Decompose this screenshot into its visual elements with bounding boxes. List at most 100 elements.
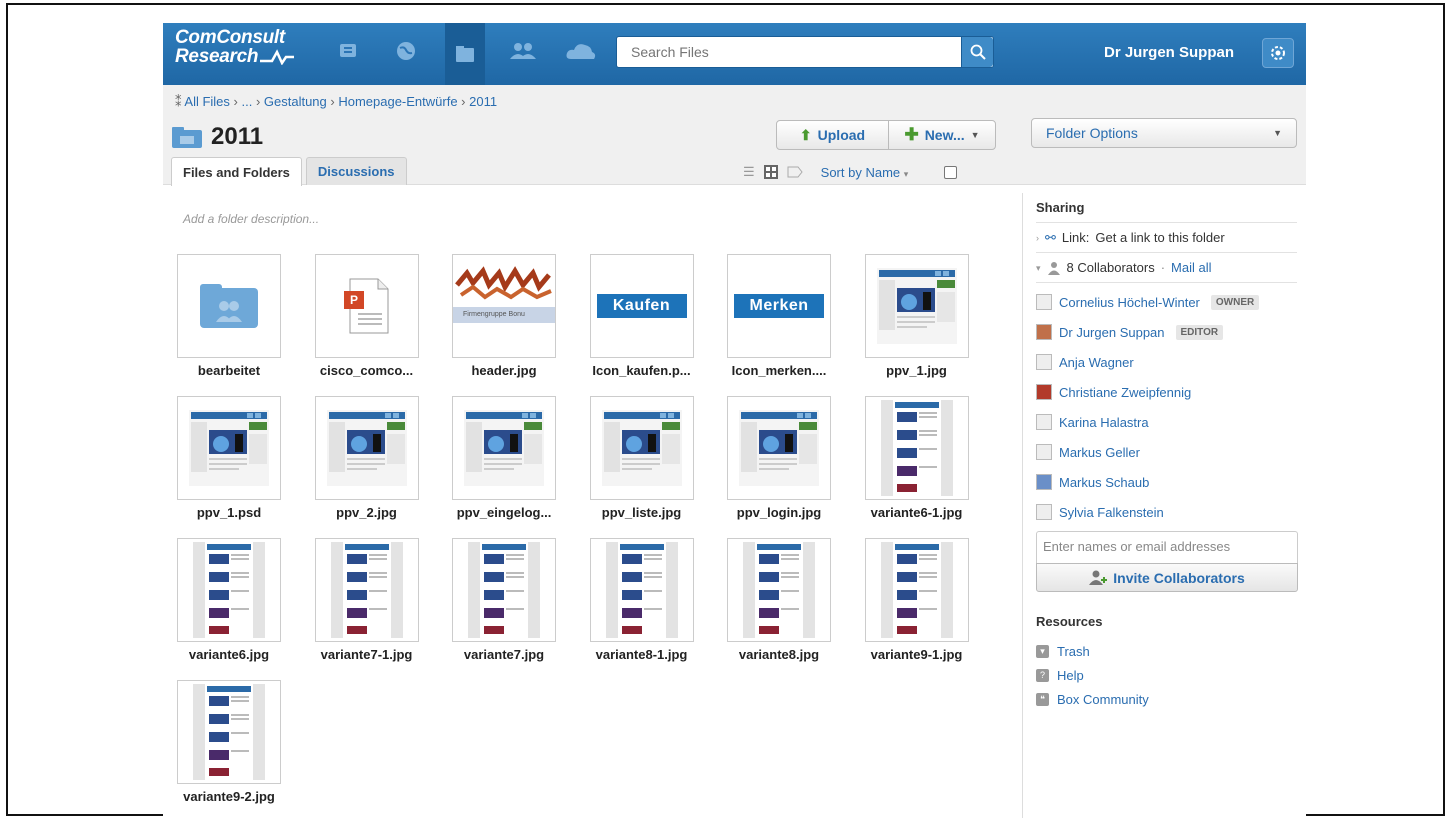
file-tile[interactable]: bearbeitet — [177, 254, 281, 378]
collaborator-name[interactable]: Karina Halastra — [1059, 415, 1149, 430]
file-tile[interactable]: variante7-1.jpg — [314, 538, 419, 662]
file-tile[interactable]: variante8.jpg — [727, 538, 831, 662]
file-tile[interactable]: variante7.jpg — [452, 538, 556, 662]
file-name[interactable]: variante9-1.jpg — [865, 647, 969, 662]
collaborator-name[interactable]: Christiane Zweipfennig — [1059, 385, 1191, 400]
tab-discussions[interactable]: Discussions — [305, 157, 407, 185]
file-name[interactable]: variante8.jpg — [727, 647, 831, 662]
file-tile[interactable]: ppv_1.jpg — [864, 254, 969, 378]
file-tile[interactable]: variante9-1.jpg — [864, 538, 969, 662]
breadcrumb-all-files[interactable]: All Files — [184, 94, 230, 109]
files-icon[interactable] — [445, 23, 485, 85]
resource-help[interactable]: ? Help — [1036, 663, 1297, 687]
collaborator-item[interactable]: Karina Halastra — [1036, 407, 1297, 437]
file-name[interactable]: ppv_eingelog... — [452, 505, 556, 520]
file-name[interactable]: variante7-1.jpg — [315, 647, 419, 662]
invite-input[interactable]: Enter names or email addresses — [1036, 531, 1298, 563]
file-thumbnail[interactable] — [314, 538, 419, 642]
file-thumbnail[interactable] — [452, 396, 556, 500]
grid-view-icon[interactable] — [763, 164, 779, 180]
file-thumbnail[interactable] — [864, 396, 969, 500]
mail-all-link[interactable]: Mail all — [1171, 253, 1211, 283]
gear-icon[interactable] — [1262, 38, 1294, 68]
file-thumbnail[interactable] — [864, 538, 969, 642]
file-tile[interactable]: ppv_login.jpg — [727, 396, 831, 520]
resource-trash[interactable]: ▾ Trash — [1036, 639, 1297, 663]
collaborator-item[interactable]: Cornelius Höchel-Winter OWNER — [1036, 287, 1297, 317]
breadcrumb-homepage[interactable]: Homepage-Entwürfe — [338, 94, 457, 109]
file-thumbnail[interactable]: Firmengruppe Bonu — [452, 254, 556, 358]
file-tile[interactable]: variante6.jpg — [177, 538, 281, 662]
file-name[interactable]: ppv_login.jpg — [727, 505, 831, 520]
get-link-action[interactable]: Get a link to this folder — [1095, 223, 1224, 253]
file-thumbnail[interactable] — [314, 396, 419, 500]
collaborator-item[interactable]: Christiane Zweipfennig — [1036, 377, 1297, 407]
file-tile[interactable]: Firmengruppe Bonu header.jpg — [452, 254, 556, 378]
new-button[interactable]: ✚ New... ▼ — [888, 120, 996, 150]
file-thumbnail[interactable] — [177, 396, 281, 500]
file-thumbnail[interactable] — [177, 538, 281, 642]
select-all-checkbox[interactable] — [944, 165, 958, 179]
file-thumbnail[interactable]: P — [314, 254, 419, 358]
breadcrumb-current[interactable]: 2011 — [469, 94, 497, 109]
file-name[interactable]: ppv_2.jpg — [315, 505, 419, 520]
file-name[interactable]: bearbeitet — [177, 363, 281, 378]
collaborators-row[interactable]: ▾ 8 Collaborators · Mail all — [1036, 253, 1297, 283]
sort-dropdown[interactable]: Sort by Name ▾ — [821, 165, 909, 180]
file-thumbnail[interactable] — [177, 254, 281, 358]
globe-icon[interactable] — [389, 36, 423, 66]
file-name[interactable]: ppv_1.jpg — [865, 363, 969, 378]
file-thumbnail[interactable]: Merken — [727, 254, 831, 358]
collaborator-item[interactable]: Markus Schaub — [1036, 467, 1297, 497]
collaborator-name[interactable]: Anja Wagner — [1059, 355, 1134, 370]
file-thumbnail[interactable] — [589, 396, 694, 500]
file-name[interactable]: variante8-1.jpg — [590, 647, 694, 662]
upload-button[interactable]: ⬆ Upload — [776, 120, 889, 150]
folder-options-dropdown[interactable]: Folder Options ▼ — [1031, 118, 1297, 148]
file-tile[interactable]: Merken Icon_merken.... — [727, 254, 831, 378]
file-thumbnail[interactable] — [727, 538, 831, 642]
tab-files-and-folders[interactable]: Files and Folders — [171, 157, 302, 186]
user-name[interactable]: Dr Jurgen Suppan — [1104, 44, 1234, 61]
collaborator-name[interactable]: Markus Schaub — [1059, 475, 1149, 490]
file-tile[interactable]: variante9-2.jpg — [177, 680, 281, 804]
file-thumbnail[interactable] — [589, 538, 694, 642]
people-icon[interactable] — [506, 36, 540, 66]
file-name[interactable]: ppv_1.psd — [177, 505, 281, 520]
file-thumbnail[interactable] — [452, 538, 556, 642]
collaborator-item[interactable]: Anja Wagner — [1036, 347, 1297, 377]
file-name[interactable]: Icon_merken.... — [727, 363, 831, 378]
file-name[interactable]: variante6.jpg — [177, 647, 281, 662]
invite-collaborators-button[interactable]: Invite Collaborators — [1036, 563, 1298, 592]
share-link-row[interactable]: › ⚯ Link: Get a link to this folder — [1036, 223, 1297, 253]
file-thumbnail[interactable] — [177, 680, 281, 784]
resource-box-community[interactable]: ❝ Box Community — [1036, 687, 1297, 711]
file-thumbnail[interactable]: Kaufen — [589, 254, 694, 358]
cloud-icon[interactable] — [564, 36, 598, 66]
file-tile[interactable]: ppv_2.jpg — [314, 396, 419, 520]
updates-icon[interactable] — [332, 36, 366, 66]
file-thumbnail[interactable] — [727, 396, 831, 500]
file-tile[interactable]: variante6-1.jpg — [864, 396, 969, 520]
breadcrumb-gestaltung[interactable]: Gestaltung — [264, 94, 327, 109]
file-name[interactable]: variante7.jpg — [452, 647, 556, 662]
file-tile[interactable]: Pcisco_comco... — [314, 254, 419, 378]
collaborator-name[interactable]: Dr Jurgen Suppan — [1059, 325, 1165, 340]
file-tile[interactable]: ppv_liste.jpg — [589, 396, 694, 520]
collaborator-item[interactable]: Dr Jurgen Suppan EDITOR — [1036, 317, 1297, 347]
file-name[interactable]: Icon_kaufen.p... — [590, 363, 694, 378]
search-input[interactable] — [617, 37, 957, 67]
file-name[interactable]: variante6-1.jpg — [865, 505, 969, 520]
file-tile[interactable]: ppv_eingelog... — [452, 396, 556, 520]
brand-logo[interactable]: ComConsult Research — [175, 28, 295, 66]
file-tile[interactable]: Kaufen Icon_kaufen.p... — [589, 254, 694, 378]
file-tile[interactable]: ppv_1.psd — [177, 396, 281, 520]
search-button[interactable] — [961, 37, 993, 67]
breadcrumb-ellipsis[interactable]: ... — [241, 94, 252, 109]
file-tile[interactable]: variante8-1.jpg — [589, 538, 694, 662]
file-thumbnail[interactable] — [864, 254, 969, 358]
tag-icon[interactable] — [787, 165, 803, 179]
collaborator-item[interactable]: Sylvia Falkenstein — [1036, 497, 1297, 527]
file-name[interactable]: cisco_comco... — [315, 363, 419, 378]
file-name[interactable]: header.jpg — [452, 363, 556, 378]
